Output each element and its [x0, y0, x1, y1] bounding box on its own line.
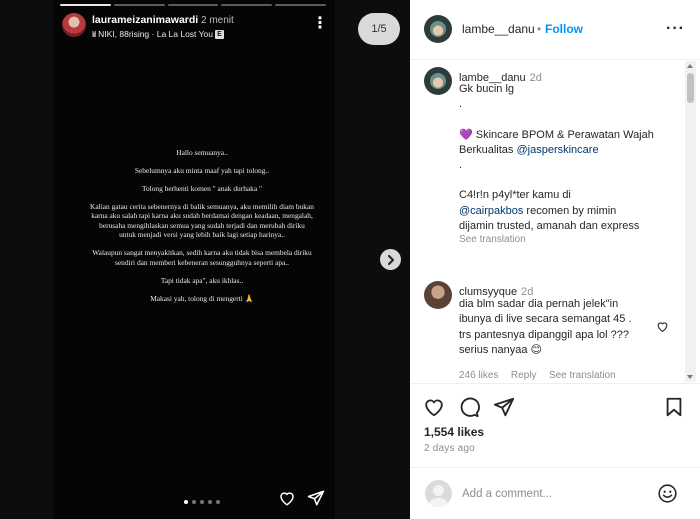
story-text-line: Sebelumnya aku minta maaf yah tapi tolon… — [134, 166, 270, 175]
caption-avatar[interactable] — [424, 67, 452, 95]
comments-section[interactable]: lambe__danu 2d Gk bucin lg . 💜 Skincare B… — [410, 61, 700, 382]
story-music-label: NIKI, 88rising · La La Lost You — [98, 29, 213, 39]
mention-link[interactable]: @cairpakbos — [459, 205, 523, 217]
slide-counter: 1/5 — [358, 13, 400, 45]
caption-line: Gk bucin lg — [459, 83, 515, 95]
post-header: lambe__danu • Follow ··· — [410, 0, 700, 60]
story-text-line: Tolong berhenti komen " anak durhaka " — [141, 184, 263, 193]
story-music[interactable]: lıl NIKI, 88rising · La La Lost You E — [92, 29, 224, 39]
scroll-down-arrow-icon[interactable] — [687, 375, 693, 379]
story-header: laurameizanimawardi 2 menit lıl NIKI, 88r… — [62, 13, 332, 43]
music-bars-icon: lıl — [92, 29, 96, 39]
caption-line: Berkualitas @jasperskincare — [459, 143, 681, 158]
story-time: 2 menit — [201, 15, 234, 26]
comment-icon[interactable] — [458, 396, 480, 418]
story-avatar[interactable] — [62, 13, 86, 37]
post-likes-count[interactable]: 1,554 likes — [424, 425, 484, 439]
caption-line: dijamin trusted, amanah dan express — [459, 220, 640, 233]
comment-meta: 246 likes Reply See translation — [459, 365, 659, 382]
carousel-dot[interactable] — [192, 500, 196, 504]
caption-see-translation[interactable]: See translation — [459, 234, 681, 245]
scroll-up-arrow-icon[interactable] — [687, 64, 693, 68]
caption-time: 2d — [529, 72, 542, 84]
reply-button[interactable]: Reply — [511, 370, 537, 381]
chevron-right-icon — [387, 254, 394, 265]
carousel-dot[interactable] — [200, 500, 204, 504]
progress-segment — [60, 4, 111, 6]
story-send-icon[interactable] — [307, 489, 325, 507]
comment-like-icon[interactable] — [656, 320, 669, 333]
like-icon[interactable] — [423, 396, 445, 418]
story-more-icon[interactable]: ⋮ — [312, 16, 328, 34]
comment-line: ibunya di live secara semangat 45 . — [459, 313, 632, 326]
progress-segment — [113, 4, 165, 6]
caption-block: lambe__danu 2d Gk bucin lg . 💜 Skincare B… — [459, 68, 681, 245]
progress-segment — [167, 4, 219, 6]
carousel-dot[interactable] — [208, 500, 212, 504]
follow-button[interactable]: Follow — [545, 22, 583, 36]
story-heart-icon[interactable] — [278, 489, 296, 507]
explicit-badge: E — [214, 30, 224, 39]
progress-segment — [221, 4, 273, 6]
caption-line — [459, 113, 681, 128]
author-username[interactable]: lambe__danu — [462, 22, 535, 36]
more-options-icon[interactable]: ··· — [666, 20, 685, 38]
current-user-avatar — [425, 480, 452, 507]
comment-block: clumsyyque 2d dia blm sadar dia pernah je… — [459, 282, 659, 382]
next-slide-button[interactable] — [380, 249, 401, 270]
story-progress-bar — [60, 4, 326, 6]
author-avatar[interactable] — [424, 15, 452, 43]
mention-link[interactable]: @jasperskincare — [516, 144, 598, 156]
add-comment-bar — [410, 467, 700, 519]
story-text-line: Tapi tidak apa", aku ikhlas.. — [160, 275, 244, 285]
caption-line — [459, 173, 681, 188]
caption-line-text: Berkualitas — [459, 143, 517, 156]
caption-line: . — [459, 159, 463, 172]
comment-line: serius nanyaa 😊 — [459, 343, 543, 356]
carousel-dot[interactable] — [216, 500, 220, 504]
story-text-line: Walaupun sangat menyakitkan, sedih karna… — [92, 248, 312, 267]
story-text: Hallo semuanya.. Sebelumnya aku minta ma… — [90, 148, 314, 312]
story-text-line: Makasi yah, tolong di mengerti 🙏 — [150, 293, 254, 303]
commenter-avatar[interactable] — [424, 281, 452, 309]
progress-segment — [275, 4, 326, 6]
scrollbar-thumb[interactable] — [687, 73, 694, 103]
save-bookmark-icon[interactable] — [663, 396, 685, 418]
story-username[interactable]: laurameizanimawardi — [92, 14, 198, 26]
carousel-dots — [184, 500, 220, 504]
caption-line: 💜 Skincare BPOM & Perawatan Wajah — [459, 128, 654, 141]
comments-scrollbar[interactable] — [685, 61, 696, 382]
post-timestamp: 2 days ago — [424, 443, 475, 454]
story-text-line: Hallo semuanya.. — [176, 148, 228, 157]
story-text-line: Kalian gatau cerita sebenernya di balik … — [90, 202, 314, 240]
media-panel: laurameizanimawardi 2 menit lıl NIKI, 88r… — [0, 0, 410, 519]
comment-likes[interactable]: 246 likes — [459, 370, 498, 381]
post-actions: 1,554 likes 2 days ago — [410, 383, 700, 477]
share-icon[interactable] — [493, 396, 515, 418]
comment-see-translation[interactable]: See translation — [549, 370, 616, 381]
caption-line: @cairpakbos recomen by mimin — [459, 204, 681, 219]
comment-line: dia blm sadar dia pernah jelek"in — [459, 298, 619, 310]
caption-line: C4!r!n p4yl*ter kamu di — [459, 189, 571, 202]
header-separator: • — [537, 22, 542, 36]
post-side-panel: lambe__danu • Follow ··· lambe__danu 2d G… — [410, 0, 700, 519]
add-comment-input[interactable] — [462, 485, 642, 503]
carousel-dot[interactable] — [184, 500, 188, 504]
comment-line: trs pantesnya dipanggil apa lol ??? — [459, 328, 630, 341]
caption-line-text: recomen by mimin — [523, 204, 617, 217]
emoji-icon[interactable] — [657, 483, 678, 504]
caption-line: . — [459, 98, 463, 111]
